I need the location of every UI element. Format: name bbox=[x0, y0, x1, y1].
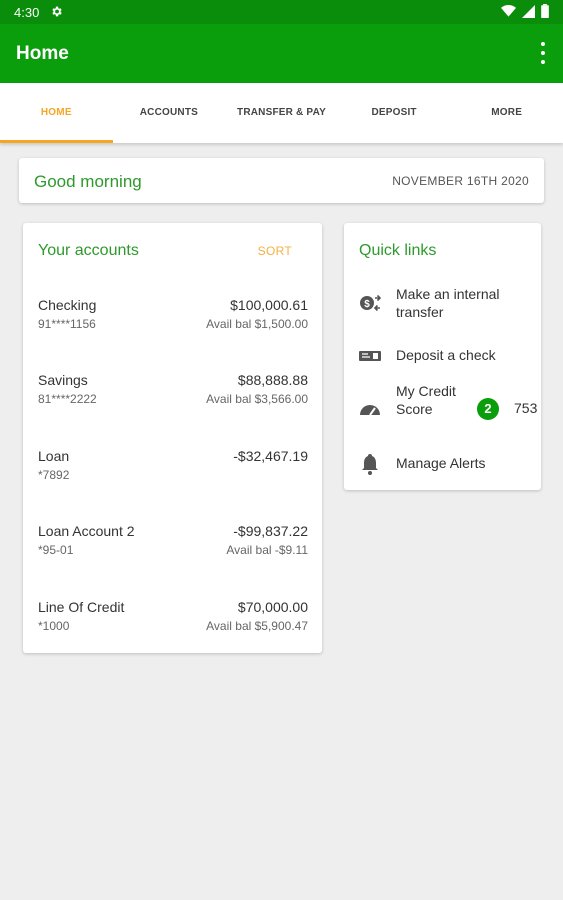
quick-link-manage-alerts[interactable]: Manage Alerts bbox=[358, 452, 533, 476]
account-name: Loan Account 2 bbox=[38, 523, 135, 539]
account-row-line-of-credit[interactable]: Line Of Credit *1000 $70,000.00 Avail ba… bbox=[38, 599, 308, 649]
account-balance: -$32,467.19 bbox=[233, 448, 308, 464]
tab-deposit[interactable]: DEPOSIT bbox=[338, 83, 451, 143]
quick-link-label: Deposit a check bbox=[396, 347, 496, 363]
gear-icon bbox=[50, 5, 63, 21]
account-name: Line Of Credit bbox=[38, 599, 125, 615]
account-number: 81****2222 bbox=[38, 392, 97, 406]
greeting-text: Good morning bbox=[34, 172, 142, 191]
tab-home[interactable]: HOME bbox=[0, 83, 113, 143]
status-time: 4:30 bbox=[14, 5, 40, 20]
account-available: Avail bal $1,500.00 bbox=[206, 317, 308, 331]
quick-link-internal-transfer[interactable]: $ Make an internal transfer bbox=[358, 285, 533, 321]
quick-links-title: Quick links bbox=[359, 242, 437, 259]
status-bar: 4:30 bbox=[0, 0, 563, 24]
quick-link-label: Make an internal transfer bbox=[396, 286, 500, 320]
account-available: Avail bal $3,566.00 bbox=[206, 392, 308, 406]
battery-icon bbox=[541, 4, 549, 21]
account-number: 91****1156 bbox=[38, 317, 96, 331]
greeting-date: NOVEMBER 16TH 2020 bbox=[392, 174, 529, 188]
account-number: *95-01 bbox=[38, 543, 74, 557]
account-name: Savings bbox=[38, 372, 88, 388]
accounts-title: Your accounts bbox=[38, 242, 139, 259]
quick-link-label: Manage Alerts bbox=[396, 455, 486, 471]
account-available: Avail bal -$9.11 bbox=[226, 543, 308, 557]
account-balance: $100,000.61 bbox=[230, 297, 308, 313]
tab-accounts[interactable]: ACCOUNTS bbox=[113, 83, 226, 143]
account-balance: -$99,837.22 bbox=[233, 523, 308, 539]
transfer-icon: $ bbox=[358, 291, 382, 315]
greeting-card: Good morning NOVEMBER 16TH 2020 bbox=[19, 158, 544, 203]
page-title: Home bbox=[16, 43, 69, 64]
svg-text:$: $ bbox=[364, 299, 370, 310]
bell-icon bbox=[358, 452, 382, 476]
account-number: *1000 bbox=[38, 619, 70, 633]
tab-transfer-pay[interactable]: TRANSFER & PAY bbox=[225, 83, 338, 143]
check-deposit-icon bbox=[358, 344, 382, 368]
account-row-loan-2[interactable]: Loan Account 2 *95-01 -$99,837.22 Avail … bbox=[38, 523, 308, 573]
speedometer-icon bbox=[358, 397, 382, 421]
quick-links-card: Quick links $ Make an internal transfer … bbox=[344, 223, 541, 490]
wifi-icon bbox=[501, 5, 516, 20]
app-bar: Home bbox=[0, 24, 563, 83]
account-row-loan[interactable]: Loan *7892 -$32,467.19 bbox=[38, 448, 308, 498]
account-row-savings[interactable]: Savings 81****2222 $88,888.88 Avail bal … bbox=[38, 372, 308, 422]
sort-button[interactable]: SORT bbox=[258, 244, 292, 258]
account-balance: $88,888.88 bbox=[237, 372, 308, 388]
signal-icon bbox=[522, 4, 535, 21]
quick-link-credit-score[interactable]: My Credit Score 2 753 bbox=[358, 382, 537, 436]
accounts-card: Your accounts SORT Checking 91****1156 $… bbox=[23, 223, 322, 653]
more-vert-icon[interactable] bbox=[539, 42, 547, 64]
tab-more[interactable]: MORE bbox=[450, 83, 563, 143]
tab-bar: HOME ACCOUNTS TRANSFER & PAY DEPOSIT MOR… bbox=[0, 83, 563, 143]
account-available: Avail bal $5,900.47 bbox=[206, 619, 308, 633]
account-name: Loan bbox=[38, 448, 70, 464]
account-name: Checking bbox=[38, 297, 97, 313]
credit-score-value: 753 bbox=[514, 400, 538, 416]
credit-score-badge: 2 bbox=[477, 398, 499, 420]
quick-link-label: My Credit Score bbox=[396, 383, 456, 417]
account-number: *7892 bbox=[38, 468, 70, 482]
account-balance: $70,000.00 bbox=[237, 599, 308, 615]
account-row-checking[interactable]: Checking 91****1156 $100,000.61 Avail ba… bbox=[38, 297, 308, 347]
quick-link-deposit-check[interactable]: Deposit a check bbox=[358, 344, 533, 366]
